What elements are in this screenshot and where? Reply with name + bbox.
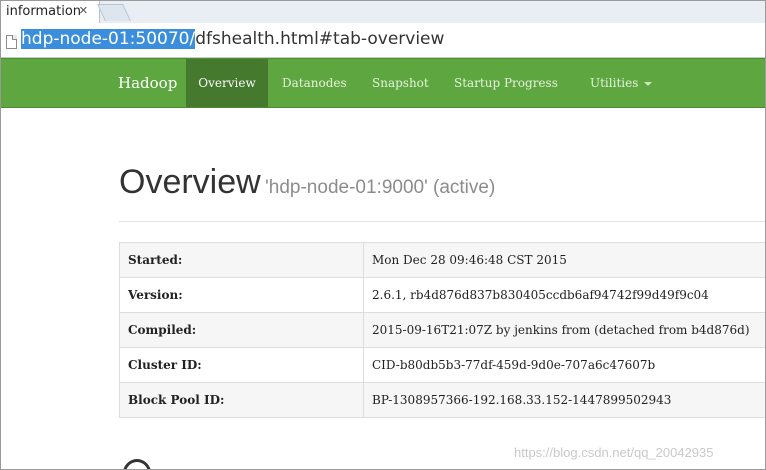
url-path: dfshealth.html#tab-overview	[195, 29, 445, 49]
page-title: Overview	[119, 163, 261, 201]
page-header: Overview 'hdp-node-01:9000' (active)	[119, 163, 495, 202]
nav-item-startup-progress[interactable]: Startup Progress	[454, 59, 558, 107]
row-value-block-pool-id: BP-1308957366-192.168.33.152-14478995029…	[363, 382, 765, 418]
nav-item-overview[interactable]: Overview	[186, 59, 268, 107]
overview-table: Started: Mon Dec 28 09:46:48 CST 2015 Ve…	[119, 242, 765, 418]
row-value-cluster-id: CID-b80db5b3-77df-459d-9d0e-707a6c47607b	[363, 347, 765, 383]
row-key-cluster-id: Cluster ID:	[119, 347, 364, 383]
row-value-version: 2.6.1, rb4d876d837b830405ccdb6af94742f99…	[363, 277, 765, 313]
next-heading-fragment	[117, 453, 157, 469]
table-row: Version: 2.6.1, rb4d876d837b830405ccdb6a…	[119, 277, 765, 313]
address-bar[interactable]: hdp-node-01:50070/dfshealth.html#tab-ove…	[1, 23, 765, 58]
table-row: Block Pool ID: BP-1308957366-192.168.33.…	[119, 382, 765, 418]
header-divider	[119, 221, 765, 222]
nav-item-datanodes[interactable]: Datanodes	[282, 59, 347, 107]
row-key-compiled: Compiled:	[119, 312, 364, 348]
page-subtitle: 'hdp-node-01:9000' (active)	[265, 177, 496, 198]
brand-link[interactable]: Hadoop	[118, 74, 177, 92]
row-key-block-pool-id: Block Pool ID:	[119, 382, 364, 418]
browser-tab[interactable]: information ×	[1, 1, 100, 23]
new-tab-button[interactable]	[97, 4, 131, 21]
nav-item-utilities-label: Utilities	[590, 76, 639, 90]
url-text[interactable]: hdp-node-01:50070/dfshealth.html#tab-ove…	[21, 29, 444, 49]
tab-title: information	[6, 4, 82, 19]
row-key-started: Started:	[119, 242, 364, 278]
table-row: Started: Mon Dec 28 09:46:48 CST 2015	[119, 242, 765, 278]
watermark: https://blog.csdn.net/qq_20042935	[514, 445, 714, 460]
row-value-started: Mon Dec 28 09:46:48 CST 2015	[363, 242, 765, 278]
row-key-version: Version:	[119, 277, 364, 313]
browser-window: information × hdp-node-01:50070/dfshealt…	[0, 0, 766, 470]
caret-down-icon	[644, 81, 653, 86]
url-host-selected: hdp-node-01:50070/	[21, 29, 196, 49]
page-icon	[6, 35, 17, 49]
close-icon[interactable]: ×	[79, 2, 88, 19]
table-row: Cluster ID: CID-b80db5b3-77df-459d-9d0e-…	[119, 347, 765, 383]
tab-strip: information ×	[1, 1, 765, 23]
navbar: Hadoop Overview Datanodes Snapshot Start…	[1, 58, 765, 108]
table-row: Compiled: 2015-09-16T21:07Z by jenkins f…	[119, 312, 765, 348]
nav-item-utilities[interactable]: Utilities	[590, 59, 653, 107]
nav-item-snapshot[interactable]: Snapshot	[372, 59, 429, 107]
row-value-compiled: 2015-09-16T21:07Z by jenkins from (detac…	[363, 312, 765, 348]
